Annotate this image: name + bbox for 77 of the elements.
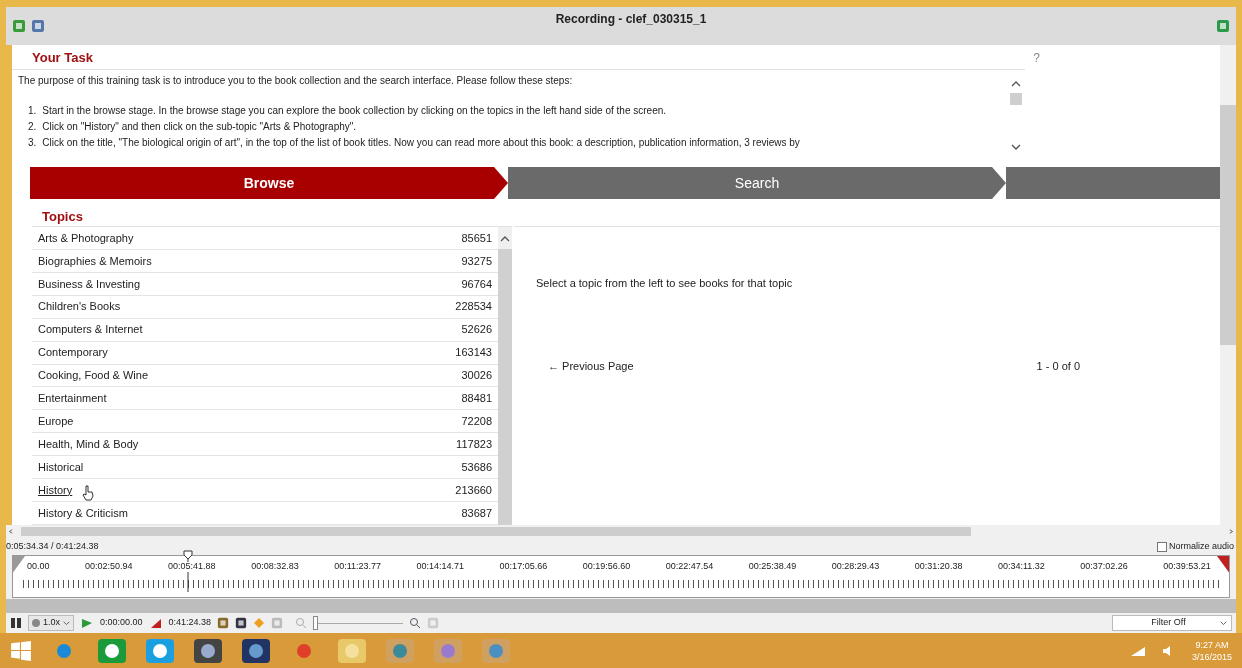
step-number: 2. xyxy=(28,120,37,134)
scroll-left-icon[interactable] xyxy=(8,528,15,535)
topic-row[interactable]: Cooking, Food & Wine 30026 xyxy=(32,364,498,388)
grid-icon[interactable] xyxy=(12,19,26,33)
monitor-icon[interactable] xyxy=(30,19,46,33)
normalize-checkbox[interactable]: Normalize audio xyxy=(1156,539,1236,554)
step-number: 1. xyxy=(28,104,37,118)
time-label: 00:11:23.77 xyxy=(334,560,382,573)
page-range: 1 - 0 of 0 xyxy=(1036,358,1080,374)
topic-row[interactable]: Contemporary 163143 xyxy=(32,341,498,365)
clock-time: 9:27 AM xyxy=(1195,638,1229,651)
app-icon[interactable] xyxy=(240,636,272,665)
scroll-thumb[interactable] xyxy=(21,527,971,536)
topic-row[interactable]: Computers & Internet 52626 xyxy=(32,318,498,342)
scroll-down-icon[interactable] xyxy=(1011,144,1021,151)
stage-tab[interactable]: Browse xyxy=(30,167,508,199)
diamond-icon[interactable] xyxy=(253,617,266,629)
speed-dropdown[interactable]: 1.0x xyxy=(28,615,74,631)
topic-row[interactable]: Historical 53686 xyxy=(32,456,498,480)
topic-row[interactable]: Business & Investing 96764 xyxy=(32,272,498,296)
step-number: 3. xyxy=(28,136,37,150)
clipboard-icon[interactable] xyxy=(217,617,230,629)
start-time: 0:00:00.00 xyxy=(100,616,143,630)
stage-tab[interactable]: Search xyxy=(508,167,1006,199)
time-label: 00:05:41.88 xyxy=(168,560,216,573)
step-text: Click on "History" and then click on the sub-topic "Arts & Photography". xyxy=(42,120,357,134)
time-label: 00:39:53.21 xyxy=(1163,560,1211,573)
time-label: 00:17:05.66 xyxy=(499,560,548,573)
topic-row[interactable]: Europe 72208 xyxy=(32,410,498,434)
time-label: 00:22:47.54 xyxy=(665,560,714,573)
time-label: 00:28:29.43 xyxy=(831,560,880,573)
signal-icon xyxy=(1129,644,1146,657)
topic-row[interactable]: Children's Books 228534 xyxy=(32,295,498,319)
time-label: 00:31:20.38 xyxy=(914,560,963,573)
task-intro: The purpose of this training task is to introduce you to the book collection and the search interface. Please follow these steps: xyxy=(18,74,574,88)
scroll-up-icon[interactable] xyxy=(1011,80,1021,87)
app-icon[interactable] xyxy=(192,636,224,665)
app-icon[interactable] xyxy=(96,636,128,665)
end-time: 0:41:24.38 xyxy=(168,616,212,630)
start-icon[interactable] xyxy=(10,639,32,662)
topic-row[interactable]: Entertainment 88481 xyxy=(32,387,498,411)
time-label: 00:37:02.26 xyxy=(1080,560,1128,573)
hand-cursor-icon xyxy=(82,485,94,502)
time-label: 00:02:50.94 xyxy=(85,560,133,573)
time-label: 00:34:11.32 xyxy=(997,560,1045,573)
scroll-up-icon[interactable] xyxy=(500,234,510,242)
task-heading: Your Task xyxy=(32,48,94,67)
step-text: Click on the title, "The biological origin of art", in the top of the list of book titles. Now you can read more about this book: a description, publication information, 3 reviews by xyxy=(42,136,800,150)
topics-heading: Topics xyxy=(41,208,84,226)
topic-row[interactable]: Arts & Photography 85651 xyxy=(32,227,498,250)
film-icon[interactable] xyxy=(235,617,248,629)
step-text: Start in the browse stage. In the browse stage you can explore the book collection by clicking on the topics in the left hand side of the screen. xyxy=(42,104,667,118)
app-icon[interactable] xyxy=(144,636,176,665)
zoom-slider[interactable] xyxy=(313,616,404,630)
topic-row[interactable]: History 213660 xyxy=(32,479,498,503)
time-label: 00:19:56.60 xyxy=(582,560,631,573)
window-title: Recording - clef_030315_1 xyxy=(555,11,707,28)
results-message: Select a topic from the left to see books for that topic xyxy=(536,276,794,291)
pause-icon[interactable] xyxy=(10,617,22,629)
zoom-out-icon[interactable] xyxy=(295,617,308,629)
scroll-right-icon[interactable] xyxy=(1227,528,1234,535)
topic-row[interactable]: History & Criticism 83687 xyxy=(32,502,498,525)
clock-date: 3/16/2015 xyxy=(1191,650,1232,663)
caret-icon[interactable] xyxy=(1220,620,1227,626)
topic-row[interactable]: Biographies & Memoirs 93275 xyxy=(32,249,498,273)
help-icon[interactable]: ? xyxy=(1033,49,1040,69)
time-label: 00:25:38.49 xyxy=(748,560,797,573)
scroll-thumb[interactable] xyxy=(1010,93,1022,105)
zoom-in-icon[interactable] xyxy=(409,617,422,629)
time-label: 00:14:14.71 xyxy=(416,560,465,573)
topic-row[interactable]: Health, Mind & Body 117823 xyxy=(32,433,498,457)
previous-page-link[interactable]: ← Previous Page xyxy=(548,357,634,374)
time-label: 00:08:32.83 xyxy=(251,560,299,573)
filter-dropdown[interactable]: Filter Off xyxy=(1112,615,1232,631)
caret-icon[interactable] xyxy=(63,620,70,626)
playback-position: 0:05:34.34 / 0:41:24.38 xyxy=(6,539,99,553)
time-label: 00.00 xyxy=(27,560,50,573)
